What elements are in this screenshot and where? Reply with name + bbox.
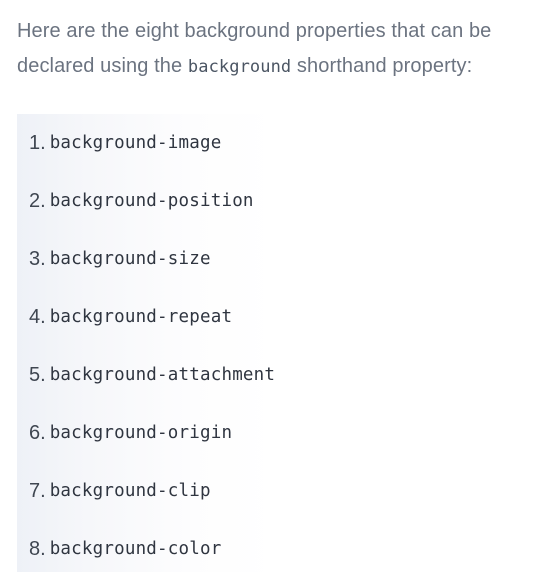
- list-item-number: 2.: [29, 189, 46, 212]
- background-properties-list: 1. background-image 2. background-positi…: [17, 114, 556, 572]
- list-item-property: background-size: [49, 249, 211, 269]
- list-item: 8. background-color: [29, 534, 221, 564]
- list-item-number: 1.: [29, 131, 46, 154]
- list-item-number: 8.: [29, 537, 46, 560]
- list-item-property: background-clip: [49, 481, 211, 501]
- list-item-number: 7.: [29, 479, 46, 502]
- list-item-property: background-color: [49, 539, 222, 559]
- list-item: 3. background-size: [29, 244, 211, 274]
- list-item-property: background-image: [49, 133, 222, 153]
- list-item: 7. background-clip: [29, 476, 211, 506]
- list-item-number: 3.: [29, 247, 46, 270]
- list-item-number: 5.: [29, 363, 46, 386]
- list-item: 6. background-origin: [29, 418, 232, 448]
- list-item-number: 4.: [29, 305, 46, 328]
- list-item-property: background-position: [49, 191, 254, 211]
- intro-text-end: shorthand property:: [291, 55, 473, 77]
- list-item-property: background-attachment: [49, 365, 276, 385]
- list-item-property: background-repeat: [49, 307, 233, 327]
- inline-code-background: background: [187, 57, 292, 77]
- list-item: 4. background-repeat: [29, 302, 232, 332]
- list-item-property: background-origin: [49, 423, 233, 443]
- intro-paragraph: Here are the eight background properties…: [17, 14, 552, 85]
- list-item: 2. background-position: [29, 186, 254, 216]
- list-item: 5. background-attachment: [29, 360, 275, 390]
- list-item-number: 6.: [29, 421, 46, 444]
- list-item: 1. background-image: [29, 128, 221, 158]
